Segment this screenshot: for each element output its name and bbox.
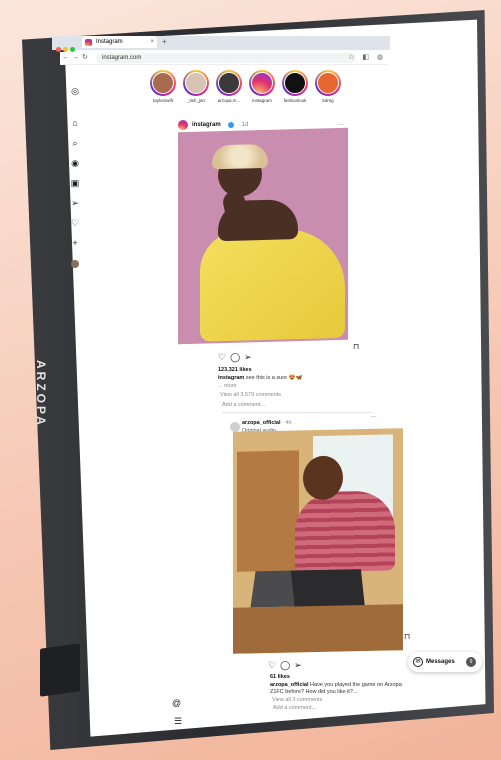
caption-username[interactable]: arzopa_official bbox=[270, 682, 309, 688]
story-name: instagram bbox=[252, 98, 272, 103]
comment-icon[interactable]: ◯ bbox=[230, 352, 244, 362]
post-avatar[interactable] bbox=[230, 422, 240, 432]
story-item[interactable]: arzopa.m... bbox=[214, 70, 244, 103]
verified-badge-icon bbox=[228, 122, 234, 128]
url-input[interactable]: instagram.com bbox=[96, 53, 356, 63]
reels-icon[interactable]: ▣ bbox=[68, 178, 82, 189]
caption-text: see this is a sure 😍🦋 bbox=[245, 375, 303, 381]
explore-icon[interactable]: ◉ bbox=[68, 158, 82, 169]
story-ring bbox=[249, 70, 275, 96]
story-ring bbox=[216, 70, 242, 96]
story-ring bbox=[315, 70, 341, 96]
story-name: taylorswift bbox=[152, 98, 173, 103]
kickstand bbox=[40, 643, 80, 697]
home-icon[interactable]: ⌂ bbox=[68, 118, 82, 128]
story-item[interactable]: instagram bbox=[247, 70, 277, 103]
more-options-icon[interactable]: ··· bbox=[371, 414, 377, 420]
heart-icon[interactable]: ♡ bbox=[68, 218, 82, 229]
messages-label: Messages bbox=[426, 659, 455, 665]
story-name: arzopa.m... bbox=[217, 98, 241, 103]
more-link[interactable]: ... more bbox=[218, 383, 237, 389]
stories-row: taylorswift _itsh_jan arzopa.m... instag… bbox=[148, 70, 348, 110]
post-username[interactable]: instagram bbox=[192, 118, 221, 132]
story-name: fashionlook bbox=[283, 98, 307, 103]
post-author-line: arzopa_official · 4h bbox=[242, 420, 292, 426]
messages-button[interactable]: ✉ Messages 9 bbox=[408, 652, 482, 672]
brand-logo: ARZOPA bbox=[34, 360, 48, 428]
menu-icon[interactable]: ☰ bbox=[174, 716, 182, 727]
likes-count[interactable]: 123,321 likes bbox=[218, 367, 252, 373]
extensions-icon[interactable]: ☆ ◧ ◍ bbox=[348, 52, 386, 64]
avatar bbox=[71, 260, 79, 268]
messenger-icon: ✉ bbox=[413, 657, 423, 667]
threads-icon[interactable]: @ bbox=[172, 698, 181, 708]
post-image[interactable] bbox=[233, 428, 403, 654]
instagram-favicon-icon bbox=[85, 39, 92, 46]
search-icon[interactable]: ⌕ bbox=[68, 138, 82, 149]
new-tab-button[interactable]: + bbox=[162, 36, 167, 48]
browser-tab[interactable]: Instagram × bbox=[82, 36, 157, 48]
browser-tab-strip: Instagram × + bbox=[52, 36, 390, 52]
create-icon[interactable]: + bbox=[68, 238, 82, 248]
post-divider bbox=[222, 412, 372, 413]
profile-avatar[interactable] bbox=[68, 260, 82, 270]
story-item[interactable]: _itsh_jan bbox=[181, 70, 211, 103]
messages-badge: 9 bbox=[466, 657, 476, 667]
like-icon[interactable]: ♡ bbox=[218, 352, 230, 362]
close-tab-icon[interactable]: × bbox=[150, 36, 154, 48]
post-caption: instagram see this is a sure 😍🦋 bbox=[218, 375, 302, 381]
photo-table bbox=[233, 604, 403, 654]
view-comments-link[interactable]: View all 3,579 comments bbox=[220, 392, 281, 398]
add-comment-input[interactable]: Add a comment... bbox=[273, 705, 316, 711]
like-icon[interactable]: ♡ bbox=[268, 660, 280, 670]
direct-icon[interactable]: ➢ bbox=[68, 198, 82, 209]
back-button[interactable]: ← bbox=[62, 52, 69, 64]
save-icon[interactable]: ⊓ bbox=[353, 342, 359, 351]
story-item[interactable]: fashionlook bbox=[280, 70, 310, 103]
photo-door bbox=[237, 450, 299, 572]
story-ring bbox=[150, 70, 176, 96]
post-image[interactable] bbox=[178, 127, 348, 345]
address-bar-row: ← → ↻ instagram.com ☆ ◧ ◍ bbox=[60, 52, 388, 65]
story-name: _itsh_jan bbox=[186, 98, 205, 103]
post-avatar[interactable] bbox=[178, 120, 188, 130]
tab-title: Instagram bbox=[96, 39, 123, 45]
post-username[interactable]: arzopa_official bbox=[242, 420, 281, 426]
comment-icon[interactable]: ◯ bbox=[280, 660, 294, 670]
save-icon[interactable]: ⊓ bbox=[404, 632, 410, 641]
story-item[interactable]: taylorswift bbox=[148, 70, 178, 103]
story-item[interactable]: bdmg bbox=[313, 70, 343, 103]
photo-sweater bbox=[295, 490, 395, 573]
reload-button[interactable]: ↻ bbox=[82, 52, 88, 64]
likes-count[interactable]: 61 likes bbox=[270, 674, 290, 680]
photo-dress bbox=[200, 227, 345, 342]
story-ring bbox=[183, 70, 209, 96]
view-comments-link[interactable]: View all 3 comments bbox=[272, 697, 322, 703]
photo-headwrap bbox=[212, 143, 268, 170]
caption-username[interactable]: instagram bbox=[218, 375, 244, 381]
share-icon[interactable]: ➢ bbox=[244, 352, 256, 362]
share-icon[interactable]: ➢ bbox=[294, 660, 306, 670]
forward-button[interactable]: → bbox=[72, 52, 79, 64]
story-ring bbox=[282, 70, 308, 96]
instagram-icon[interactable]: ◎ bbox=[68, 86, 82, 97]
add-comment-input[interactable]: Add a comment... bbox=[222, 402, 265, 408]
story-name: bdmg bbox=[322, 98, 334, 103]
post-time: · 4h bbox=[282, 420, 292, 426]
post-caption: arzopa_official Have you played the game… bbox=[270, 682, 410, 696]
post-actions: ♡◯➢ bbox=[218, 352, 256, 363]
post-actions: ♡◯➢ bbox=[268, 660, 306, 671]
